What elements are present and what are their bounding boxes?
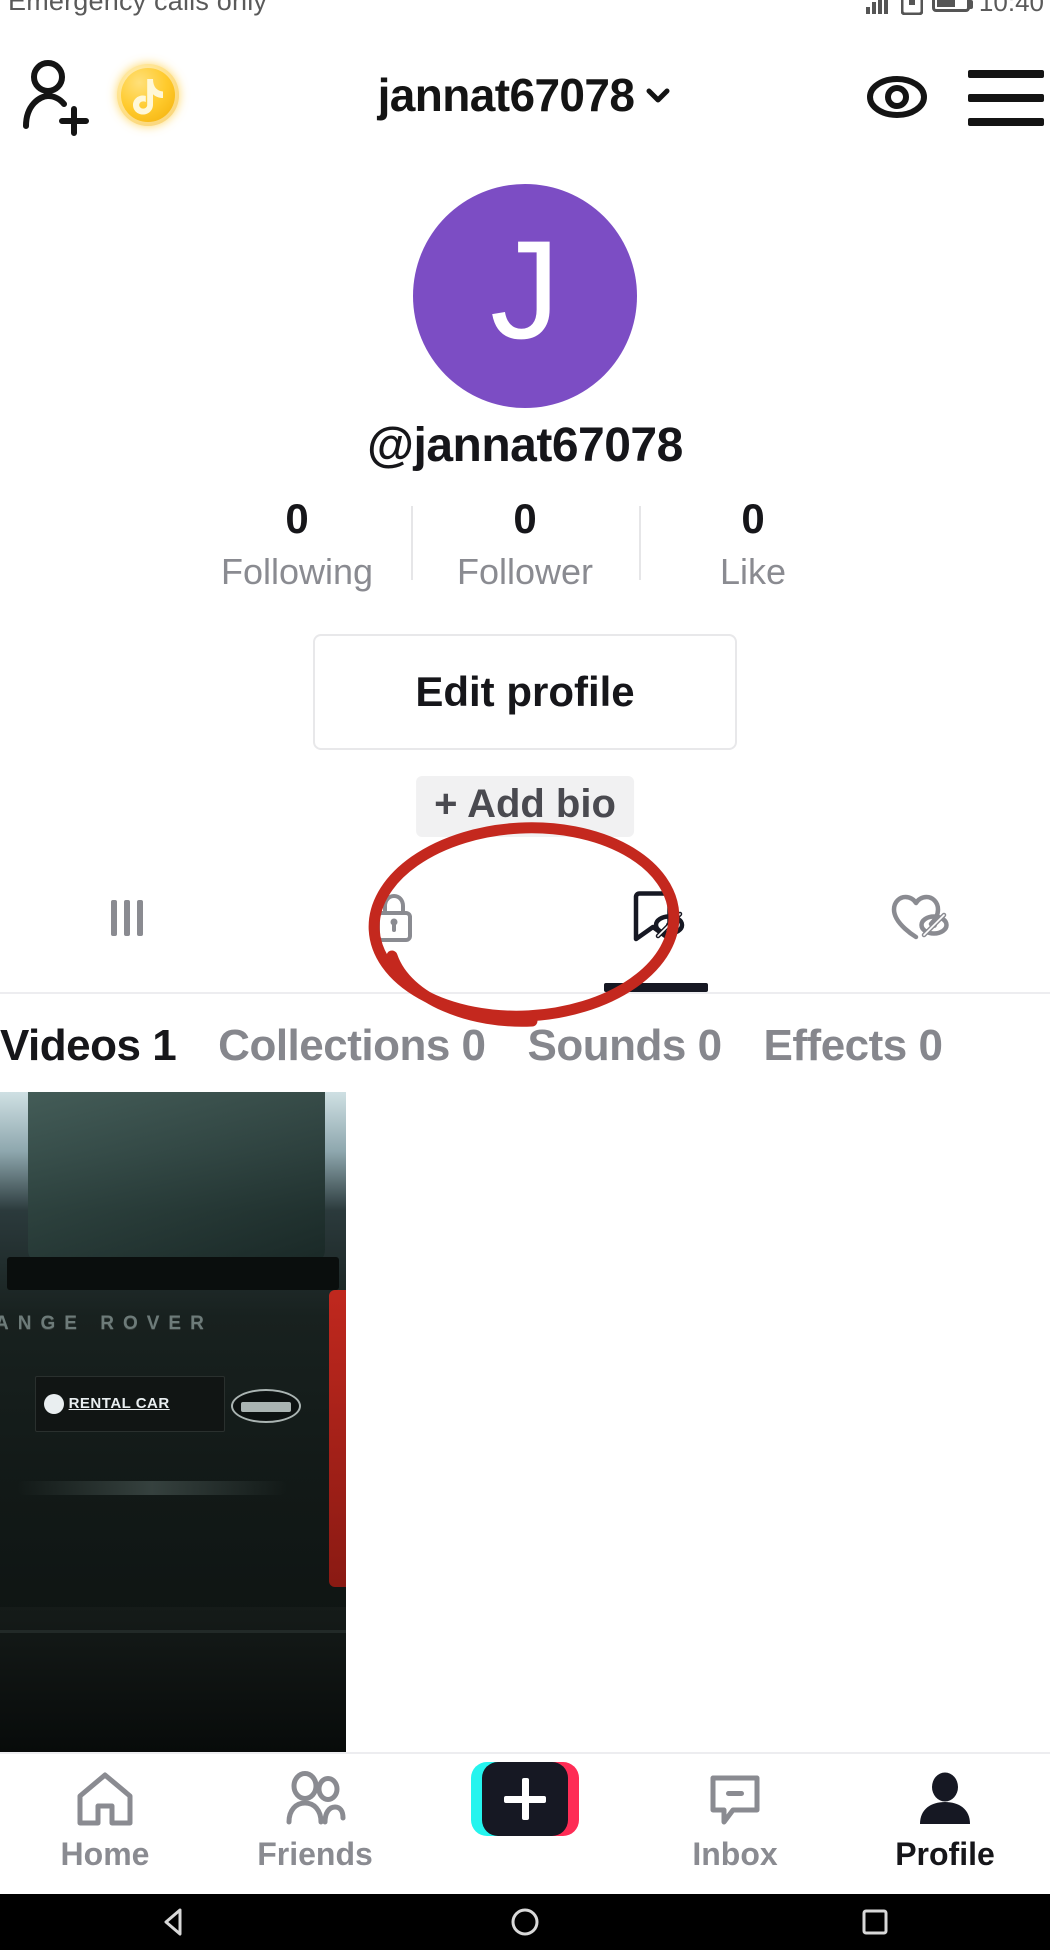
nav-item-profile[interactable]: Profile — [840, 1754, 1050, 1894]
tab-bar-divider — [0, 992, 1050, 994]
following-count: 0 — [285, 495, 309, 542]
grid-icon — [100, 887, 162, 949]
eye-icon[interactable] — [866, 66, 928, 128]
home-circle-icon[interactable] — [508, 1905, 542, 1939]
sub-tab-bar: Videos 1 Collections 0 Sounds 0 Effects … — [0, 1000, 1050, 1092]
create-plus-icon[interactable] — [471, 1762, 579, 1836]
bookmark-hidden-icon — [623, 887, 689, 949]
stat-follower[interactable]: 0 Follower — [411, 498, 639, 590]
nav-item-friends[interactable]: Friends — [210, 1754, 420, 1894]
nav-item-inbox[interactable]: Inbox — [630, 1754, 840, 1894]
body-crease — [17, 1481, 288, 1496]
sidebar-item-private[interactable] — [263, 862, 526, 974]
sidebar-item-liked[interactable] — [788, 862, 1050, 974]
taillight — [328, 1290, 346, 1587]
video-grid: RANGE ROVER RENTAL CAR — [0, 1092, 1050, 1752]
following-label: Following — [220, 551, 374, 592]
profile-handle: @jannat67078 — [367, 419, 683, 472]
stat-like[interactable]: 0 Like — [639, 498, 867, 590]
nav-label-friends: Friends — [257, 1836, 373, 1872]
inbox-icon — [705, 1768, 765, 1830]
status-bar-right: 10:40 — [865, 0, 1044, 18]
clock-text: 10:40 — [978, 0, 1044, 17]
nav-label-home: Home — [60, 1836, 150, 1872]
signal-icon — [865, 0, 892, 14]
video-grid-item[interactable]: RANGE ROVER RENTAL CAR — [0, 1092, 346, 1752]
profile-tab-bar — [0, 862, 1050, 992]
bumper-line — [0, 1630, 346, 1634]
create-core — [482, 1762, 568, 1836]
land-rover-emblem — [231, 1389, 302, 1423]
rear-window — [27, 1092, 326, 1264]
range-rover-badge-text: RANGE ROVER — [0, 1313, 213, 1335]
edit-profile-button[interactable]: Edit profile — [313, 634, 737, 750]
tab-effects[interactable]: Effects 0 — [764, 1021, 943, 1071]
stat-following[interactable]: 0 Following — [183, 498, 411, 590]
tab-sounds[interactable]: Sounds 0 — [528, 1021, 723, 1071]
friends-icon — [281, 1768, 349, 1830]
nav-label-profile: Profile — [895, 1836, 995, 1872]
hamburger-menu-icon[interactable] — [968, 70, 1044, 126]
sidebar-item-saved[interactable] — [525, 862, 788, 992]
spoiler-strip — [6, 1257, 340, 1290]
license-plate: RENTAL CAR — [34, 1375, 225, 1432]
nav-label-inbox: Inbox — [692, 1836, 778, 1872]
like-count: 0 — [741, 495, 765, 542]
carrier-text: Emergency calls only — [8, 0, 268, 16]
tab-videos[interactable]: Videos 1 — [0, 1021, 177, 1071]
tab-collections[interactable]: Collections 0 — [218, 1021, 486, 1071]
system-navigation-bar — [0, 1894, 1050, 1950]
tab-underline — [604, 983, 709, 992]
add-friend-icon[interactable] — [16, 52, 100, 136]
video-grid-empty-cell — [352, 1092, 698, 1752]
lock-icon — [363, 887, 425, 949]
heart-hidden-icon — [883, 887, 955, 949]
plate-logo-icon — [43, 1393, 64, 1414]
bottom-navigation-bar: Home Friends Inbox Profile — [0, 1754, 1050, 1894]
chevron-down-icon — [644, 81, 672, 109]
follower-count: 0 — [513, 495, 537, 542]
video-thumbnail-range-rover: RANGE ROVER RENTAL CAR — [0, 1092, 346, 1752]
follower-label: Follower — [456, 551, 594, 592]
nav-item-create[interactable] — [420, 1754, 630, 1894]
tiktok-profile-screen: Emergency calls only 10:40 jannat67078 J… — [0, 0, 1050, 1950]
add-bio-button[interactable]: + Add bio — [416, 776, 634, 837]
plate-text: RENTAL CAR — [68, 1395, 170, 1413]
tiktok-coin-icon[interactable] — [117, 64, 179, 126]
avatar[interactable]: J — [413, 184, 637, 408]
header-username: jannat67078 — [377, 69, 635, 121]
battery-icon — [931, 0, 973, 12]
profile-person-icon — [915, 1768, 975, 1830]
app-header: jannat67078 — [0, 40, 1050, 148]
avatar-letter: J — [490, 211, 560, 368]
back-triangle-icon[interactable] — [158, 1905, 192, 1939]
home-icon — [74, 1768, 136, 1830]
rear-bumper — [0, 1606, 346, 1752]
status-bar: Emergency calls only 10:40 — [0, 0, 1050, 22]
sidebar-item-posts-grid[interactable] — [0, 862, 263, 974]
profile-stats: 0 Following 0 Follower 0 Like — [183, 498, 867, 590]
nav-item-home[interactable]: Home — [0, 1754, 210, 1894]
recents-square-icon[interactable] — [858, 1905, 892, 1939]
video-grid-empty-cell — [704, 1092, 1050, 1752]
like-label: Like — [719, 551, 787, 592]
sd-card-icon — [900, 0, 923, 15]
